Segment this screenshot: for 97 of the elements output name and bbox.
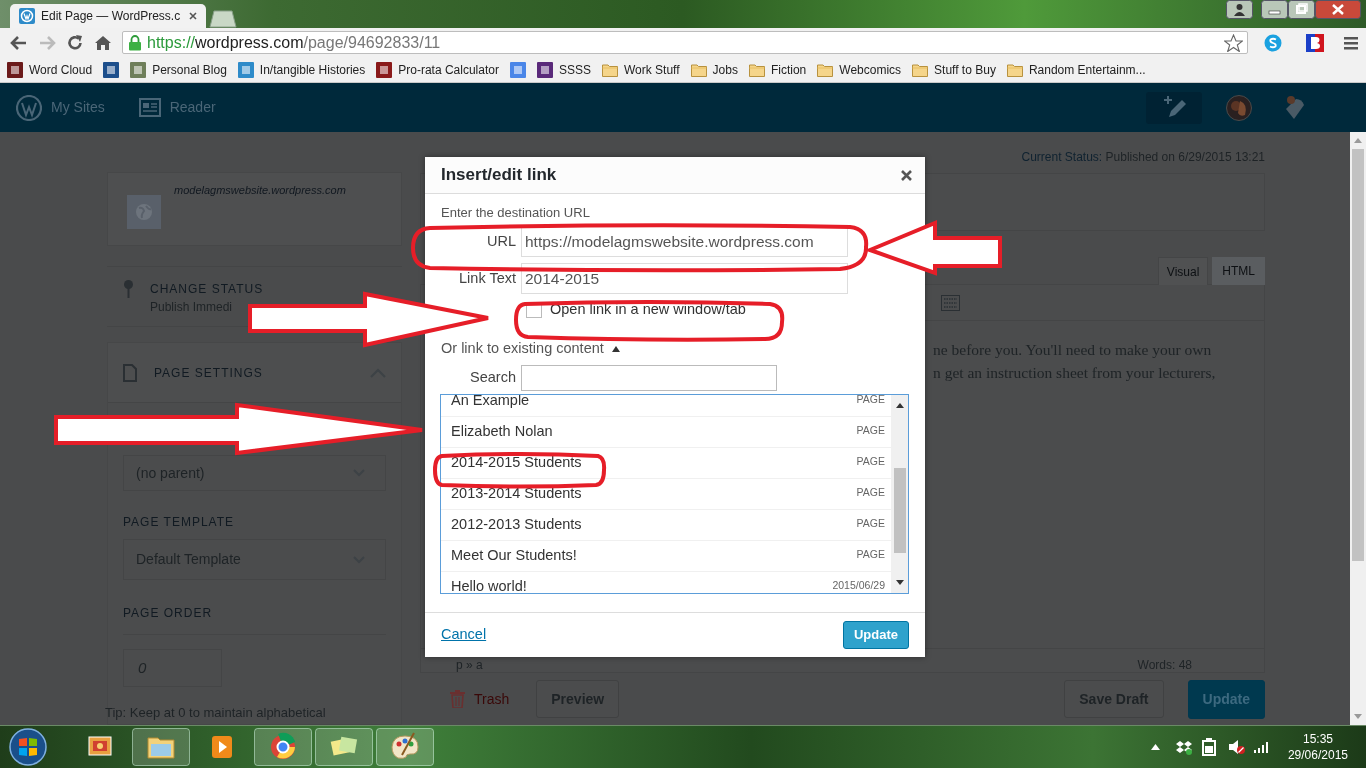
result-title: 2013-2014 Students: [451, 483, 583, 502]
field-label: PAGE TEMPLATE: [123, 514, 236, 531]
bookmark-link[interactable]: SSSS: [536, 60, 591, 79]
result-type: PAGE: [856, 453, 885, 469]
scroll-down-icon[interactable]: [895, 579, 904, 585]
close-icon[interactable]: [189, 12, 197, 20]
minimize-button[interactable]: [1261, 0, 1288, 19]
section-title: CHANGE STATUS: [150, 281, 264, 298]
result-title: 2014-2015 Students: [451, 452, 583, 471]
field-label: URL: [486, 231, 517, 251]
result-row[interactable]: An Example PAGE: [441, 394, 891, 417]
wordpress-logo-icon: [16, 94, 42, 121]
show-hidden-icons[interactable]: [1150, 744, 1160, 750]
field-label: Search: [469, 367, 517, 387]
result-title: Hello world!: [451, 576, 528, 593]
reload-icon[interactable]: [66, 33, 84, 52]
bookmark-icon[interactable]: [103, 61, 120, 78]
notes-app-icon[interactable]: [315, 728, 373, 766]
bookmark-link[interactable]: Webcomics: [817, 60, 902, 79]
close-button[interactable]: [1315, 0, 1361, 19]
scrollbar-thumb[interactable]: [1352, 149, 1364, 561]
result-type: 2015/06/29: [832, 577, 885, 593]
bookmark-link[interactable]: Personal Blog: [130, 60, 227, 79]
home-icon[interactable]: [94, 34, 112, 51]
folder-icon: [748, 62, 765, 77]
result-type: PAGE: [856, 515, 885, 531]
pin-icon: [124, 280, 133, 298]
bookmark-link[interactable]: Random Entertainm...: [1006, 60, 1146, 79]
bookmark-link[interactable]: Stuff to Buy: [912, 60, 996, 79]
search-field[interactable]: [521, 364, 777, 391]
toggle-link[interactable]: Or link to existing content: [441, 337, 604, 360]
bookmark-link[interactable]: Work Stuff: [602, 60, 680, 79]
result-row[interactable]: 2014-2015 Students PAGE: [441, 447, 891, 479]
result-title: An Example: [451, 394, 531, 409]
bookmark-link[interactable]: Word Cloud: [7, 60, 93, 79]
folder-icon: [1006, 62, 1023, 77]
result-title: Meet Our Students!: [451, 545, 578, 564]
lock-icon: [128, 34, 142, 51]
field-label: Link Text: [458, 268, 517, 288]
section-title: PAGE SETTINGS: [154, 364, 264, 382]
new-tab-button[interactable]: [208, 10, 238, 28]
browser-tab[interactable]: Edit Page — WordPress.c: [10, 4, 206, 28]
volume-muted-icon[interactable]: [1227, 739, 1246, 755]
bookmark-link[interactable]: In/tangible Histories: [237, 60, 366, 79]
result-type: PAGE: [856, 422, 885, 438]
bookmark-link[interactable]: Pro-rata Calculator: [376, 60, 499, 79]
result-row[interactable]: 2012-2013 Students PAGE: [441, 509, 891, 541]
result-row[interactable]: 2013-2014 Students PAGE: [441, 478, 891, 510]
back-icon[interactable]: [10, 34, 28, 51]
address-bar[interactable]: https://wordpress.com/page/94692833/11: [122, 31, 1248, 54]
input-field[interactable]: https://modelagmswebsite.wordpress.com: [521, 226, 848, 257]
restore-button[interactable]: [1288, 0, 1315, 19]
result-title: 2012-2013 Students: [451, 514, 583, 533]
field-label: PAGE ORDER: [123, 606, 213, 620]
tab-title: Edit Page — WordPress.c: [41, 8, 182, 25]
paint-app-icon[interactable]: [376, 728, 434, 766]
list-scrollbar[interactable]: [891, 394, 908, 593]
folder-icon: [912, 62, 929, 77]
result-type: PAGE: [856, 484, 885, 500]
close-icon[interactable]: [901, 169, 912, 181]
globe-icon: [127, 195, 161, 229]
new-post-button[interactable]: [1146, 91, 1202, 124]
menu-icon[interactable]: [1344, 35, 1358, 50]
browser-app-icon[interactable]: [254, 728, 312, 766]
star-icon[interactable]: [1224, 33, 1243, 52]
result-row[interactable]: Meet Our Students! PAGE: [441, 540, 891, 572]
bookmark-link[interactable]: Fiction: [748, 60, 807, 79]
folder-icon: [690, 62, 707, 77]
result-type: PAGE: [856, 546, 885, 562]
trash-icon: [450, 690, 465, 708]
scrollbar-thumb[interactable]: [893, 467, 906, 553]
dialog-title: Insert/edit link: [441, 164, 558, 187]
battery-icon[interactable]: [1201, 738, 1216, 756]
start-button[interactable]: [8, 727, 48, 767]
document-icon: [123, 363, 137, 382]
bookmark-link[interactable]: Jobs: [690, 60, 738, 79]
wordpress-icon: [19, 8, 35, 24]
input-field[interactable]: 2014-2015: [521, 263, 848, 294]
result-row[interactable]: Elizabeth Nolan PAGE: [441, 416, 891, 448]
result-type: PAGE: [856, 394, 885, 407]
skype-icon[interactable]: [1264, 33, 1282, 52]
reader-icon: [138, 98, 161, 117]
user-icon[interactable]: [1226, 0, 1253, 19]
folder-icon: [602, 62, 618, 77]
scroll-up-icon[interactable]: [895, 402, 904, 408]
clock[interactable]: 15:35 29/06/2015: [1287, 731, 1348, 763]
dropbox-icon[interactable]: [1175, 739, 1192, 755]
extension-icon[interactable]: [1306, 33, 1324, 52]
hint-text: Enter the destination URL: [441, 205, 591, 220]
result-title: Elizabeth Nolan: [451, 421, 554, 440]
cancel-link[interactable]: Cancel: [441, 624, 487, 646]
scrollbar[interactable]: [1350, 132, 1366, 725]
folder-icon: [817, 62, 834, 77]
bookmark-icon[interactable]: [509, 61, 526, 78]
collapse-icon[interactable]: [611, 345, 620, 352]
folder-app-icon[interactable]: [132, 728, 190, 766]
signal-icon[interactable]: [1253, 741, 1270, 753]
